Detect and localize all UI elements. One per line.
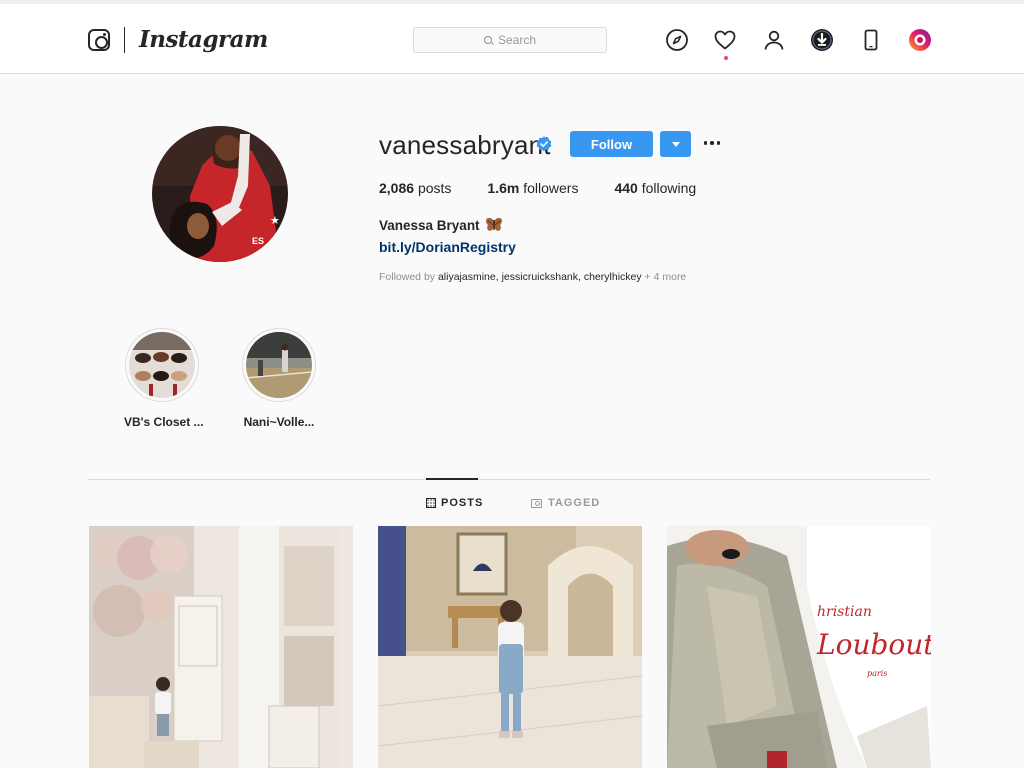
profile-avatar[interactable]: ES ★ bbox=[152, 126, 288, 262]
followed-by-more: + 4 more bbox=[644, 271, 687, 283]
svg-text:Louboutin: Louboutin bbox=[816, 628, 931, 661]
highlight-label: Nani~Volle... bbox=[243, 415, 315, 429]
extension-icon[interactable] bbox=[908, 28, 932, 52]
profile-stats: 2,086 posts 1.6m followers 440 following bbox=[379, 180, 732, 196]
post-image: hristian Louboutin paris bbox=[667, 526, 931, 768]
posts-count: 2,086 bbox=[379, 180, 415, 196]
followers-label: followers bbox=[523, 180, 579, 196]
instagram-wordmark[interactable]: Instagram bbox=[139, 26, 268, 53]
tag-icon bbox=[531, 498, 542, 508]
more-dot-icon bbox=[716, 141, 721, 145]
instagram-camera-icon[interactable] bbox=[88, 29, 110, 51]
active-tab-indicator bbox=[426, 478, 478, 480]
followers-stat[interactable]: 1.6m followers bbox=[487, 180, 578, 196]
posts-label: posts bbox=[417, 180, 452, 196]
more-options-button[interactable] bbox=[700, 133, 724, 153]
following-count: 440 bbox=[614, 180, 638, 196]
highlight-label: VB's Closet ... bbox=[124, 415, 204, 429]
highlight-ring bbox=[242, 328, 316, 402]
post-thumbnail[interactable] bbox=[89, 526, 353, 768]
full-name-text: Vanessa Bryant bbox=[379, 217, 480, 233]
compass-icon[interactable] bbox=[665, 28, 689, 52]
tab-tagged[interactable]: TAGGED bbox=[531, 497, 600, 509]
search-input[interactable]: Search bbox=[413, 27, 607, 53]
post-thumbnail[interactable]: hristian Louboutin paris bbox=[667, 526, 931, 768]
tabs-divider bbox=[88, 479, 930, 480]
tab-tagged-label: TAGGED bbox=[548, 497, 601, 509]
search-placeholder: Search bbox=[497, 33, 537, 47]
following-stat[interactable]: 440 following bbox=[614, 180, 696, 196]
more-dot-icon bbox=[710, 141, 714, 145]
suggested-accounts-dropdown-button[interactable] bbox=[660, 131, 691, 157]
following-label: following bbox=[641, 180, 697, 196]
svg-text:ES: ES bbox=[252, 236, 264, 246]
post-image bbox=[378, 526, 642, 768]
verified-badge-icon bbox=[536, 136, 552, 152]
svg-text:hristian: hristian bbox=[817, 604, 872, 620]
followed-by-text[interactable]: Followed by aliyajasmine, jessicruicksha… bbox=[379, 271, 686, 283]
follow-button[interactable]: Follow bbox=[570, 131, 653, 157]
tab-posts[interactable]: POSTS bbox=[426, 497, 483, 509]
followed-by-names: aliyajasmine, jessicruickshank, cherylhi… bbox=[437, 271, 642, 283]
post-thumbnail[interactable] bbox=[378, 526, 642, 768]
butterfly-icon bbox=[485, 217, 502, 231]
profile-icon[interactable] bbox=[762, 28, 786, 52]
logo-divider bbox=[124, 27, 125, 53]
heart-icon[interactable] bbox=[713, 28, 737, 52]
more-dot-icon bbox=[703, 141, 708, 145]
highlight-cover-image bbox=[129, 332, 195, 398]
search-icon bbox=[483, 36, 492, 44]
highlight-cover-image bbox=[246, 332, 312, 398]
activity-notification-dot bbox=[724, 56, 728, 60]
bio-link[interactable]: bit.ly/DorianRegistry bbox=[379, 239, 516, 255]
browser-strip bbox=[0, 0, 1024, 4]
post-image bbox=[89, 526, 353, 768]
multiple-posts-icon bbox=[910, 534, 923, 547]
followed-by-prefix: Followed by bbox=[379, 271, 436, 283]
svg-text:★: ★ bbox=[270, 214, 280, 227]
phone-icon[interactable] bbox=[859, 28, 883, 52]
tab-posts-label: POSTS bbox=[441, 497, 484, 509]
grid-icon bbox=[426, 498, 436, 508]
story-highlight[interactable]: Nani~Volle... bbox=[241, 328, 317, 429]
highlight-ring bbox=[125, 328, 199, 402]
download-icon[interactable] bbox=[810, 28, 834, 52]
story-highlight[interactable]: VB's Closet ... bbox=[124, 328, 204, 429]
profile-username: vanessabryant bbox=[379, 130, 551, 160]
svg-text:paris: paris bbox=[867, 669, 887, 678]
posts-stat: 2,086 posts bbox=[379, 180, 451, 196]
followers-count: 1.6m bbox=[487, 180, 520, 196]
profile-full-name: Vanessa Bryant bbox=[379, 217, 503, 233]
chevron-down-icon bbox=[671, 141, 680, 147]
